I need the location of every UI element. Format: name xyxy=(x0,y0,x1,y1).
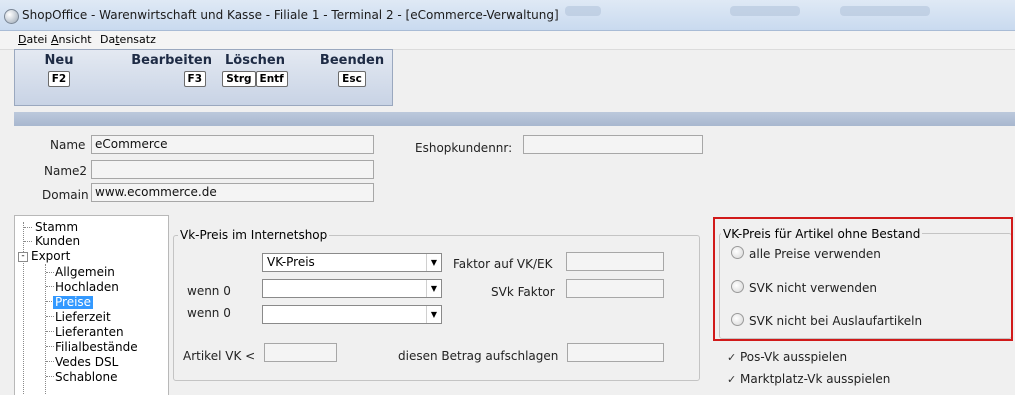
edit-button[interactable]: Bearbeiten F3 xyxy=(108,50,212,102)
marketplace-vk-checkbox[interactable]: ✓ xyxy=(727,373,736,386)
vk-price-select-value: VK-Preis xyxy=(267,255,315,269)
name-field[interactable]: eCommerce xyxy=(91,135,374,154)
name2-field[interactable] xyxy=(91,160,374,179)
tree-item-export[interactable]: Export xyxy=(31,250,70,263)
tree-guide-line xyxy=(45,264,46,394)
key-strg: Strg xyxy=(222,71,256,87)
tree-item-preise[interactable]: Preise xyxy=(53,296,94,309)
fallback-select-2[interactable]: ▼ xyxy=(262,305,442,324)
tree-item-vedes-dsl[interactable]: Vedes DSL xyxy=(55,356,118,369)
tree-connector xyxy=(46,376,54,377)
menu-datei[interactable]: Datei xyxy=(18,33,47,46)
new-button-label: Neu xyxy=(44,53,74,68)
eshop-customer-no-label: Eshopkundennr: xyxy=(415,141,513,155)
tree-connector xyxy=(24,227,32,228)
article-vk-field[interactable] xyxy=(264,343,337,362)
menu-datensatz[interactable]: Datensatz xyxy=(100,33,156,46)
app-icon xyxy=(4,9,19,24)
chevron-down-icon: ▼ xyxy=(426,280,441,297)
surcharge-field[interactable] xyxy=(567,343,664,362)
name2-label: Name2 xyxy=(44,164,88,178)
tree-item-kunden[interactable]: Kunden xyxy=(35,235,80,248)
article-vk-label: Artikel VK < xyxy=(183,349,256,363)
tree-item-filialbestaende[interactable]: Filialbestände xyxy=(55,341,138,354)
domain-field[interactable]: www.ecommerce.de xyxy=(91,183,374,202)
edit-button-label: Bearbeiten xyxy=(131,53,212,68)
menu-ansicht[interactable]: Ansicht xyxy=(51,33,92,46)
svk-factor-field[interactable] xyxy=(566,279,664,298)
factor-label: Faktor auf VK/EK xyxy=(453,257,553,271)
tree-item-stamm[interactable]: Stamm xyxy=(35,221,78,234)
domain-label: Domain xyxy=(42,188,89,202)
fallback-select-1[interactable]: ▼ xyxy=(262,279,442,298)
chevron-down-icon: ▼ xyxy=(426,306,441,323)
tree-item-lieferanten[interactable]: Lieferanten xyxy=(55,326,124,339)
key-esc: Esc xyxy=(338,71,366,87)
surcharge-label: diesen Betrag aufschlagen xyxy=(398,349,559,363)
exit-button-label: Beenden xyxy=(319,53,385,68)
svk-factor-label: SVk Faktor xyxy=(491,285,555,299)
window-title: ShopOffice - Warenwirtschaft und Kasse -… xyxy=(22,8,559,22)
new-button[interactable]: Neu F2 xyxy=(20,50,98,102)
tree-item-schablone[interactable]: Schablone xyxy=(55,371,117,384)
menu-datensatz-prefix: Da xyxy=(100,33,116,46)
tree-guide-line xyxy=(23,222,24,394)
tree-connector xyxy=(46,346,54,347)
key-entf: Entf xyxy=(255,71,288,87)
fallback-label-1: wenn 0 xyxy=(187,284,231,298)
tree-connector xyxy=(46,316,54,317)
pos-vk-checkbox[interactable]: ✓ xyxy=(727,351,736,364)
window-controls[interactable] xyxy=(840,6,930,16)
key-f2: F2 xyxy=(47,71,71,87)
key-f3: F3 xyxy=(183,71,206,87)
section-bar xyxy=(14,112,1015,126)
tree-connector xyxy=(46,361,54,362)
chevron-down-icon: ▼ xyxy=(426,254,441,271)
fallback-label-2: wenn 0 xyxy=(187,306,231,320)
blurred-title-area xyxy=(730,6,800,16)
menu-ansicht-label: nsicht xyxy=(58,33,92,46)
tree-connector xyxy=(24,241,32,242)
factor-field[interactable] xyxy=(566,252,664,271)
tree-item-hochladen[interactable]: Hochladen xyxy=(55,281,119,294)
marketplace-vk-label: Marktplatz-Vk ausspielen xyxy=(740,372,891,386)
delete-button-label: Löschen xyxy=(225,53,285,68)
tree-item-lieferzeit[interactable]: Lieferzeit xyxy=(55,311,111,324)
pos-vk-label: Pos-Vk ausspielen xyxy=(740,350,848,364)
menu-ansicht-accel: A xyxy=(51,33,59,46)
tree-connector xyxy=(46,331,54,332)
menu-datei-label: atei xyxy=(26,33,48,46)
delete-button[interactable]: Löschen Strg Entf xyxy=(219,50,291,102)
eshop-customer-no-field[interactable] xyxy=(523,135,703,154)
tree-connector xyxy=(46,286,54,287)
collapse-icon[interactable]: - xyxy=(18,252,28,262)
vk-price-select[interactable]: VK-Preis ▼ xyxy=(262,253,442,272)
menu-datensatz-label: ensatz xyxy=(119,33,156,46)
blurred-title-area xyxy=(565,6,601,16)
highlight-frame xyxy=(713,217,1013,341)
vk-price-group-title: Vk-Preis im Internetshop xyxy=(178,228,330,242)
name-label: Name xyxy=(50,138,86,152)
tree-connector xyxy=(46,272,54,273)
tree-item-allgemein[interactable]: Allgemein xyxy=(55,266,115,279)
exit-button[interactable]: Beenden Esc xyxy=(316,50,388,102)
